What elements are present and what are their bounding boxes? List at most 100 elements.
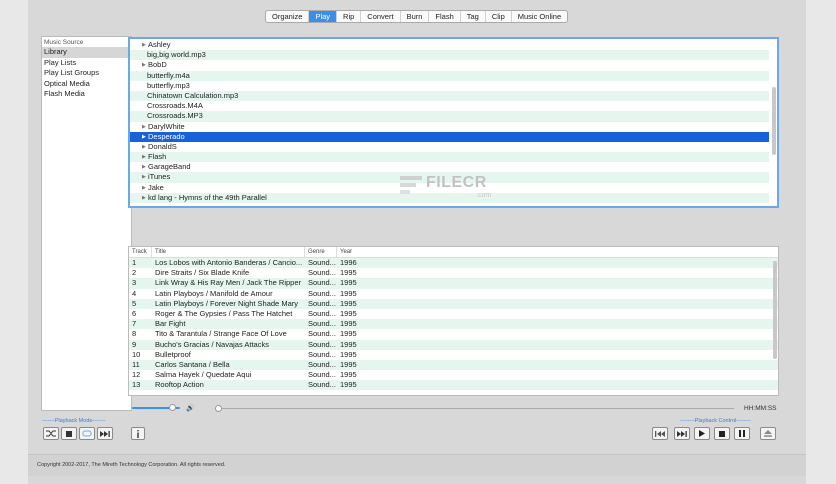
track-genre-cell: Sound... <box>308 278 336 288</box>
browser-row-label: Flash <box>148 152 167 162</box>
file-row[interactable]: Chinatown Calculation.mp3 <box>130 90 769 102</box>
column-header-genre[interactable]: Genre <box>305 247 337 257</box>
file-row[interactable]: butterfly.m4a <box>130 70 769 81</box>
stop-icon <box>719 430 725 437</box>
stop-button[interactable] <box>714 427 730 440</box>
track-year-cell: 1995 <box>340 349 357 359</box>
music-source-panel: Music Source Library Play Lists Play List … <box>41 36 132 411</box>
track-genre-cell: Sound... <box>308 329 336 339</box>
info-button[interactable] <box>131 427 145 440</box>
tab-convert[interactable]: Convert <box>361 11 401 22</box>
shuffle-icon <box>46 430 56 437</box>
track-year-cell: 1995 <box>340 370 357 380</box>
track-genre-cell: Sound... <box>308 308 336 318</box>
tab-burn[interactable]: Burn <box>401 11 430 22</box>
copyright-text: Copyright 2002-2017, The Mireth Technolo… <box>37 462 226 468</box>
folder-row[interactable]: ▶ DonaldS <box>130 141 769 153</box>
track-year-cell: 1995 <box>340 268 357 278</box>
tab-flash[interactable]: Flash <box>429 11 461 22</box>
tab-play[interactable]: Play <box>309 11 338 22</box>
source-item-play-list-groups[interactable]: Play List Groups <box>42 68 131 79</box>
file-row[interactable]: Crossroads.M4A <box>130 101 769 112</box>
track-title-cell: Bar Fight <box>155 319 186 329</box>
volume-slider[interactable] <box>132 404 180 411</box>
pause-button[interactable] <box>734 427 750 440</box>
folder-row[interactable]: ▶ BobD <box>130 60 769 71</box>
track-genre-cell: Sound... <box>308 339 336 349</box>
position-slider-knob[interactable] <box>214 405 222 412</box>
column-header-year[interactable]: Year <box>337 247 377 257</box>
previous-icon <box>655 430 665 437</box>
browser-row-label: big,big world.mp3 <box>147 50 206 60</box>
track-number-cell: 12 <box>132 370 141 380</box>
track-year-cell: 1995 <box>340 319 357 329</box>
browser-row-label: kd lang - Hymns of the 49th Parallel <box>148 192 267 202</box>
track-number-cell: 10 <box>132 349 141 359</box>
tab-organize[interactable]: Organize <box>266 11 310 22</box>
file-row[interactable]: Crossroads.MP3 <box>130 111 769 122</box>
play-button[interactable] <box>694 427 710 440</box>
table-row[interactable]: 6 Roger & The Gypsies / Pass The Hatchet S… <box>129 308 778 320</box>
track-table[interactable]: Track Title Genre Year 1 Los Lobos with A… <box>128 246 779 396</box>
folder-row[interactable]: ▶ DarylWhite <box>130 121 769 132</box>
table-row[interactable]: 4 Latin Playboys / Manifold de Amour Sound… <box>129 288 778 299</box>
next-button[interactable] <box>674 427 690 440</box>
source-item-play-lists[interactable]: Play Lists <box>42 58 131 69</box>
table-row[interactable]: 13 Rooftop Action Sound... 1995 <box>129 380 778 391</box>
track-title-cell: Latin Playboys / Manifold de Amour <box>155 288 273 298</box>
table-row[interactable]: 5 Latin Playboys / Forever Night Shade Ma… <box>129 298 778 309</box>
browser-row-label: GarageBand <box>148 162 191 172</box>
eject-icon <box>764 430 772 437</box>
table-row[interactable]: 10 Bulletproof Sound... 1995 <box>129 349 778 360</box>
track-title-cell: Carlos Santana / Bella <box>155 359 230 369</box>
browser-scrollbar[interactable] <box>772 87 776 155</box>
column-header-title[interactable]: Title <box>152 247 305 257</box>
browser-row-label: butterfly.mp3 <box>147 80 190 90</box>
speaker-icon: 🔊 <box>186 405 195 412</box>
volume-slider-knob[interactable] <box>169 404 177 411</box>
tab-clip[interactable]: Clip <box>486 11 512 22</box>
next-mode-button[interactable] <box>97 427 113 440</box>
playback-control-label: --------Playback Control-------- <box>680 418 751 424</box>
folder-row[interactable]: ▶ Flash <box>130 152 769 163</box>
source-item-library[interactable]: Library <box>42 47 131 58</box>
watermark-subtext: .com <box>476 192 492 199</box>
position-slider[interactable] <box>214 405 734 412</box>
table-row[interactable]: 1 Los Lobos with Antonio Banderas / Canci… <box>129 258 778 269</box>
eject-button[interactable] <box>760 427 776 440</box>
table-row[interactable]: 3 Link Wray & His Ray Men / Jack The Ripp… <box>129 278 778 289</box>
folder-row[interactable]: ▶ Ashley <box>130 40 769 51</box>
tab-tag[interactable]: Tag <box>461 11 486 22</box>
shuffle-button[interactable] <box>43 427 59 440</box>
track-number-cell: 3 <box>132 278 137 288</box>
track-title-cell: Tito & Tarantula / Strange Face Of Love <box>155 329 287 339</box>
track-table-scrollbar[interactable] <box>773 261 777 359</box>
tab-music-online[interactable]: Music Online <box>512 11 567 22</box>
stop-after-button[interactable] <box>61 427 77 440</box>
browser-row-label: BobD <box>148 60 167 70</box>
tab-rip[interactable]: Rip <box>337 11 362 22</box>
table-row[interactable]: 12 Salma Hayek / Quedate Aqui Sound... 1995 <box>129 370 778 381</box>
status-bar: Copyright 2002-2017, The Mireth Technolo… <box>28 454 806 476</box>
track-number-cell: 8 <box>132 329 137 339</box>
track-title-cell: Rooftop Action <box>155 380 204 390</box>
file-row[interactable]: big,big world.mp3 <box>130 50 769 61</box>
music-source-list: Library Play Lists Play List Groups Optical… <box>42 47 131 100</box>
table-row[interactable]: 2 Dire Straits / Six Blade Knife Sound... 1… <box>129 268 778 279</box>
repeat-button[interactable] <box>79 427 95 440</box>
time-display: HH:MM:SS <box>744 405 777 412</box>
browser-row-label: DonaldS <box>148 141 177 151</box>
column-header-track[interactable]: Track <box>129 247 152 257</box>
table-row[interactable]: 8 Tito & Tarantula / Strange Face Of Love… <box>129 329 778 340</box>
track-number-cell: 6 <box>132 308 137 318</box>
table-row[interactable]: 7 Bar Fight Sound... 1995 <box>129 319 778 330</box>
table-row[interactable]: 9 Bucho's Gracias / Navajas Attacks Sound.… <box>129 339 778 350</box>
previous-button[interactable] <box>652 427 668 440</box>
folder-row[interactable]: ▶ Desperado <box>130 131 769 142</box>
table-row[interactable]: 11 Carlos Santana / Bella Sound... 1995 <box>129 359 778 371</box>
source-item-flash-media[interactable]: Flash Media <box>42 89 131 100</box>
browser-row-label: butterfly.m4a <box>147 70 190 80</box>
info-icon <box>137 429 139 438</box>
file-row[interactable]: butterfly.mp3 <box>130 80 769 91</box>
source-item-optical-media[interactable]: Optical Media <box>42 79 131 90</box>
